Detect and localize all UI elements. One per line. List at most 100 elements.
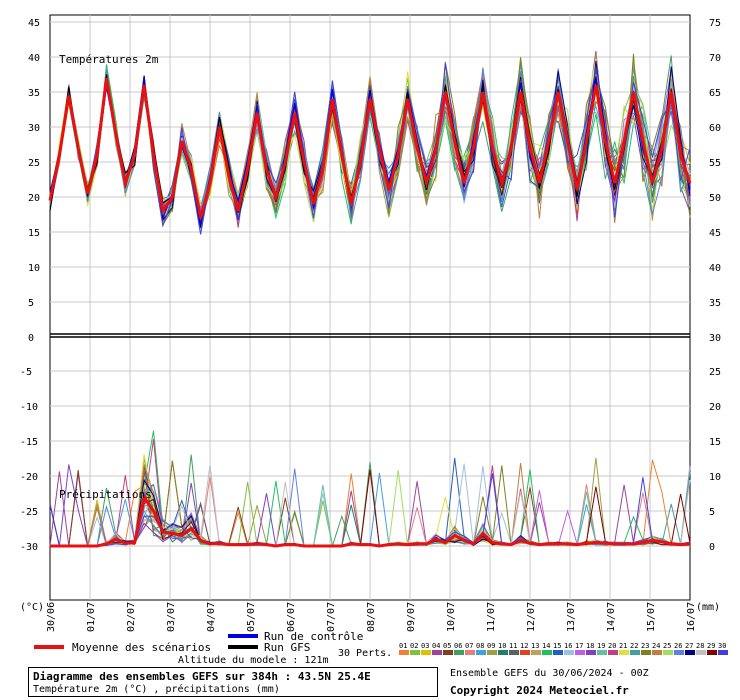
legend-gfs-label: Run GFS <box>264 641 310 654</box>
pert-legend-swatch <box>520 650 530 655</box>
pert-legend-number: 27 <box>685 642 693 650</box>
pert-legend-swatch <box>399 650 409 655</box>
precip-tick-right: 5 <box>709 507 715 518</box>
pert-legend-swatch <box>663 650 673 655</box>
gefs-chart: 45 7540 7035 6530 6025 5520 5015 4510 405 350 30-5… <box>20 14 728 659</box>
date-label: 12/07 <box>526 602 537 632</box>
pert-legend-number: 14 <box>542 642 550 650</box>
pert-legend-swatch <box>553 650 563 655</box>
pert-legend-swatch <box>685 650 695 655</box>
pert-legend-number: 15 <box>553 642 561 650</box>
temp-tick-left: 15 <box>28 228 40 239</box>
pert-legend-swatch <box>564 650 574 655</box>
precip-tick-right: 10 <box>709 472 721 483</box>
pert-legend-number: 05 <box>443 642 451 650</box>
temp-tick-right: 70 <box>709 53 721 64</box>
pert-legend-number: 08 <box>476 642 484 650</box>
pert-legend-number: 30 <box>718 642 726 650</box>
date-label: 10/07 <box>446 602 457 632</box>
pert-legend-number: 20 <box>608 642 616 650</box>
pert-legend-swatch <box>652 650 662 655</box>
right-unit-label: (mm) <box>696 602 720 613</box>
date-label: 05/07 <box>246 602 257 632</box>
ensemble-info: Ensemble GEFS du 30/06/2024 - 00Z <box>450 668 649 679</box>
precip-tick-right: 20 <box>709 402 721 413</box>
pert-legend-swatch <box>443 650 453 655</box>
pert-legend-swatch <box>509 650 519 655</box>
pert-legend-swatch <box>674 650 684 655</box>
pert-legend-number: 03 <box>421 642 429 650</box>
pert-legend-number: 24 <box>652 642 660 650</box>
pert-legend-number: 21 <box>619 642 627 650</box>
pert-legend-number: 23 <box>641 642 649 650</box>
temp-tick-left: 10 <box>28 263 40 274</box>
precip-tick-left: -5 <box>20 367 32 378</box>
precip-tick-left: -25 <box>20 507 38 518</box>
temp-tick-right: 60 <box>709 123 721 134</box>
temp-tick-left: 25 <box>28 158 40 169</box>
pert-legend-swatch <box>641 650 651 655</box>
precip-tick-left: -20 <box>20 472 38 483</box>
date-label: 03/07 <box>166 602 177 632</box>
legend-mean-label: Moyenne des scénarios <box>72 641 211 654</box>
temp-tick-left: 30 <box>28 123 40 134</box>
pert-legend-number: 22 <box>630 642 638 650</box>
date-label: 02/07 <box>126 602 137 632</box>
pert-legend-swatch <box>410 650 420 655</box>
pert-legend-swatch <box>531 650 541 655</box>
pert-legend-swatch <box>432 650 442 655</box>
pert-legend-swatch <box>454 650 464 655</box>
temp-tick-right: 30 <box>709 333 721 344</box>
precip-tick-right: 15 <box>709 437 721 448</box>
date-label: 11/07 <box>486 602 497 632</box>
pert-legend-number: 16 <box>564 642 572 650</box>
pert-legend-swatch <box>542 650 552 655</box>
temp-tick-left: 20 <box>28 193 40 204</box>
date-label: 08/07 <box>366 602 377 632</box>
date-label: 30/06 <box>46 602 57 632</box>
altitude-label: Altitude du modele : 121m <box>178 655 329 666</box>
left-unit-label: (°C) <box>20 602 44 613</box>
pert-legend-number: 10 <box>498 642 506 650</box>
temp-tick-right: 45 <box>709 228 721 239</box>
pert-legend-swatch <box>465 650 475 655</box>
pert-legend-swatch <box>707 650 717 655</box>
precip-panel-label: Précipitations <box>59 488 152 501</box>
pert-legend-number: 18 <box>586 642 594 650</box>
pert-legend-number: 04 <box>432 642 440 650</box>
pert-legend-swatch <box>608 650 618 655</box>
temp-tick-right: 65 <box>709 88 721 99</box>
temp-tick-left: 5 <box>28 298 34 309</box>
temp-tick-right: 50 <box>709 193 721 204</box>
pert-legend-swatch <box>619 650 629 655</box>
date-label: 15/07 <box>646 602 657 632</box>
date-label: 09/07 <box>406 602 417 632</box>
pert-legend-number: 19 <box>597 642 605 650</box>
date-label: 07/07 <box>326 602 337 632</box>
pert-legend-swatch <box>586 650 596 655</box>
date-label: 14/07 <box>606 602 617 632</box>
temperature-panel-label: Températures 2m <box>59 53 159 66</box>
pert-legend-number: 28 <box>696 642 704 650</box>
pert-legend-swatch <box>696 650 706 655</box>
pert-legend-number: 06 <box>454 642 462 650</box>
perturbation-legend: 01 02 03 04 05 06 07 08 09 10 11 12 13 14 15 16 17 18 19 20… <box>399 642 728 655</box>
date-label: 06/07 <box>286 602 297 632</box>
pert-legend-number: 07 <box>465 642 473 650</box>
pert-legend-number: 09 <box>487 642 495 650</box>
pert-legend-number: 13 <box>531 642 539 650</box>
copyright: Copyright 2024 Meteociel.fr <box>450 684 629 697</box>
temp-tick-right: 75 <box>709 18 721 29</box>
pert-legend-swatch <box>718 650 728 655</box>
temp-tick-left: 40 <box>28 53 40 64</box>
footer-subtitle: Température 2m (°C) , précipitations (mm… <box>33 684 280 695</box>
temp-tick-left: 45 <box>28 18 40 29</box>
pert-legend-number: 11 <box>509 642 517 650</box>
pert-legend-swatch <box>498 650 508 655</box>
pert-legend-swatch <box>487 650 497 655</box>
pert-legend-number: 17 <box>575 642 583 650</box>
date-label: 04/07 <box>206 602 217 632</box>
date-label: 01/07 <box>86 602 97 632</box>
precip-tick-right: 25 <box>709 367 721 378</box>
footer-box: Diagramme des ensembles GEFS sur 384h : … <box>28 667 438 697</box>
